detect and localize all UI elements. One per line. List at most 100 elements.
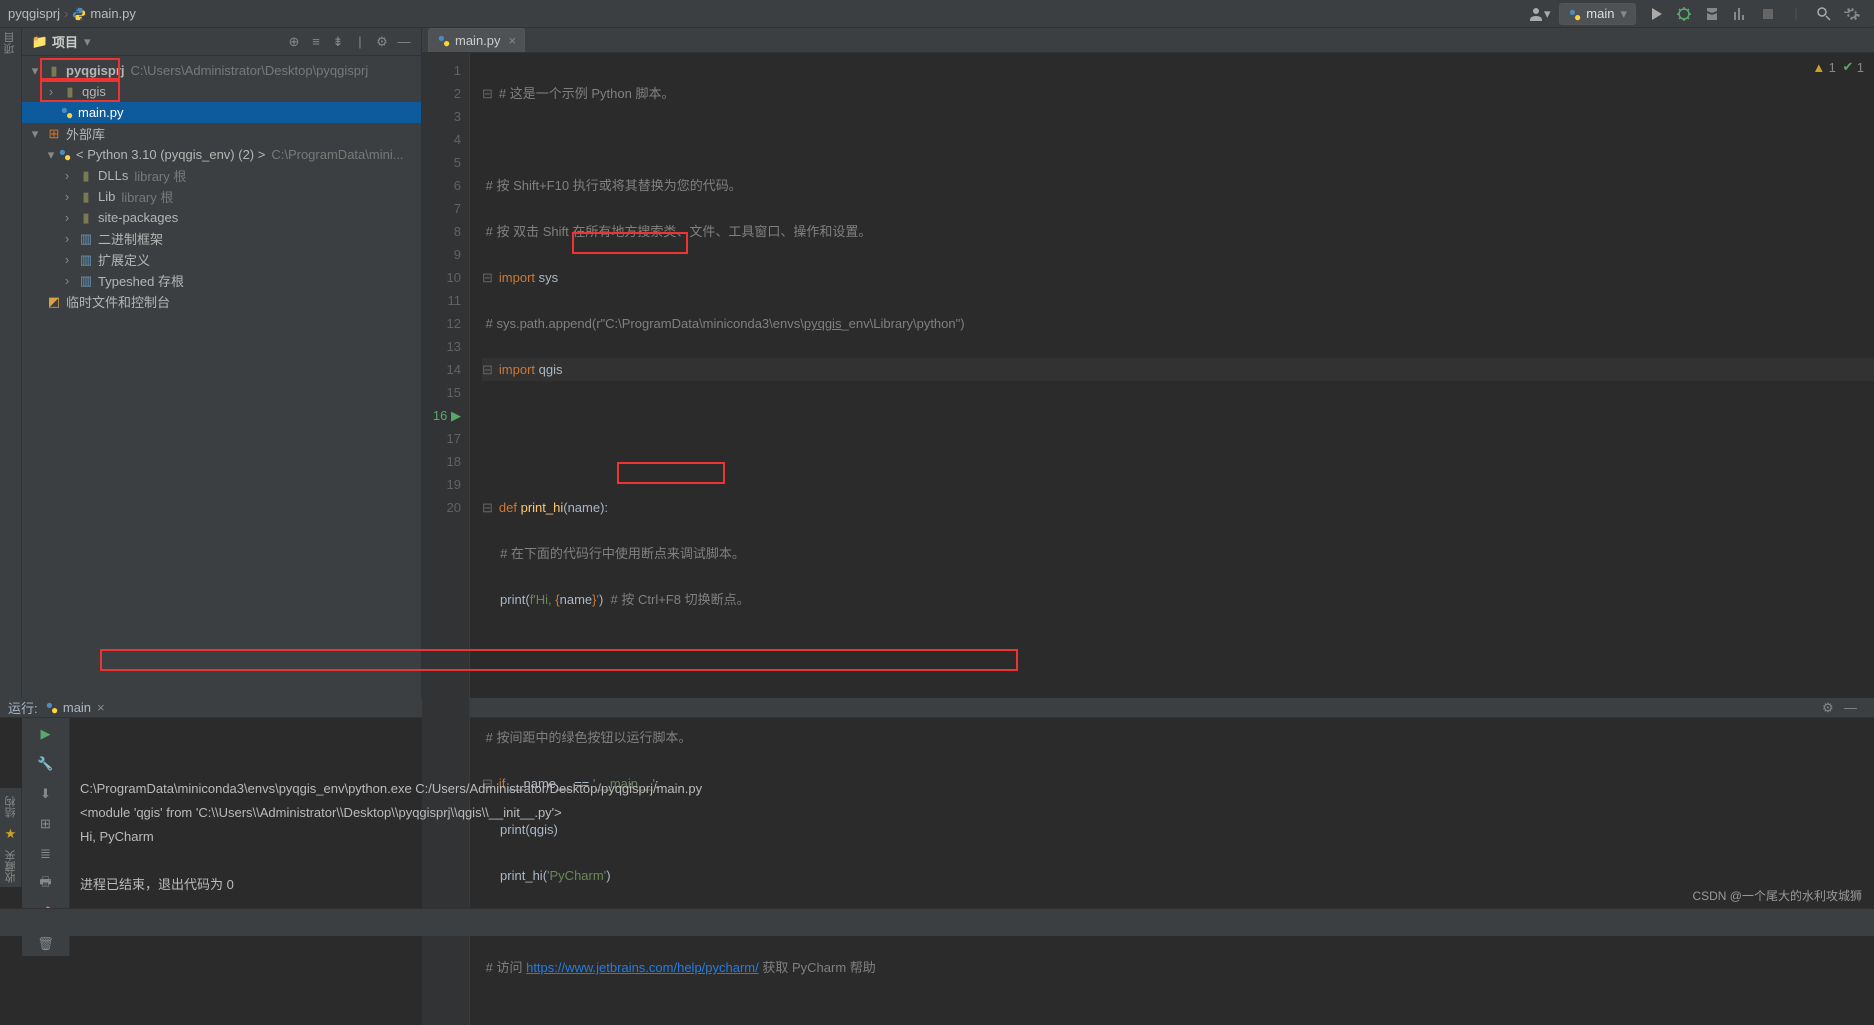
run-config-label: main — [1586, 6, 1614, 21]
separator: | — [1784, 2, 1808, 26]
tree-root-path: C:\Users\Administrator\Desktop\pyqgisprj — [131, 63, 369, 78]
user-icon[interactable]: ▾ — [1527, 2, 1551, 26]
coverage-button[interactable] — [1700, 2, 1724, 26]
tree-folder-qgis[interactable]: ›▮ qgis — [22, 81, 421, 102]
tree-label: main.py — [78, 105, 124, 120]
tree-hint: library 根 — [121, 187, 173, 206]
tool-icon[interactable]: 🔧 — [32, 752, 60, 776]
project-icon: 📁 — [32, 34, 48, 50]
layout-icon[interactable]: ⊞ — [32, 812, 60, 836]
folder-icon: ▮ — [78, 168, 94, 184]
chevron-right-icon: › — [64, 6, 68, 21]
topbar: pyqgisprj › main.py ▾ main ▾ | — [0, 0, 1874, 28]
tree-label: 二进制框架 — [98, 229, 163, 248]
breadcrumb-file[interactable]: main.py — [90, 6, 136, 21]
tree-label: qgis — [82, 84, 106, 99]
tree-root[interactable]: ▾▮ pyqgisprj C:\Users\Administrator\Desk… — [22, 60, 421, 81]
python-icon — [45, 701, 59, 715]
console-line: <module 'qgis' from 'C:\\Users\\Administ… — [80, 805, 562, 820]
tree-ext-def[interactable]: ›▥ 扩展定义 — [22, 249, 421, 270]
expand-all-icon[interactable]: ≡ — [305, 31, 327, 53]
tree-external-libs[interactable]: ▾⊞ 外部库 — [22, 123, 421, 144]
breadcrumb-project[interactable]: pyqgisprj — [8, 6, 60, 21]
folder-icon: ▮ — [78, 210, 94, 226]
project-panel-title: 项目 — [52, 32, 78, 51]
python-icon — [58, 148, 72, 162]
editor: main.py × 12345 678910 1112131415 16 ▶17… — [422, 28, 1874, 698]
down-icon[interactable]: ⬇ — [32, 782, 60, 806]
python-file-icon — [437, 34, 451, 48]
python-file-icon — [72, 7, 86, 21]
ok-icon: ✔ — [1843, 59, 1854, 75]
console-line: C:\ProgramData\miniconda3\envs\pyqgis_en… — [80, 781, 702, 796]
tree-lib[interactable]: ›▮ Lib library 根 — [22, 186, 421, 207]
folder-icon: ▮ — [46, 63, 62, 79]
tree-python-env[interactable]: ▾ < Python 3.10 (pyqgis_env) (2) > C:\Pr… — [22, 144, 421, 165]
close-icon[interactable]: × — [509, 33, 517, 48]
star-icon[interactable]: ★ — [5, 826, 17, 842]
tree-file-main[interactable]: main.py — [22, 102, 421, 123]
console-output[interactable]: C:\ProgramData\miniconda3\envs\pyqgis_en… — [70, 746, 1874, 928]
tree-label: 临时文件和控制台 — [66, 292, 170, 311]
top-toolbar: ▾ main ▾ | — [1525, 2, 1866, 26]
project-tree[interactable]: ▾▮ pyqgisprj C:\Users\Administrator\Desk… — [22, 56, 421, 698]
warning-count: 1 — [1829, 60, 1836, 75]
filter-icon[interactable]: ≣ — [32, 842, 60, 866]
tree-bin-framework[interactable]: ›▥ 二进制框架 — [22, 228, 421, 249]
tree-label: Typeshed 存根 — [98, 271, 184, 290]
editor-tabs: main.py × — [422, 28, 1874, 53]
tree-label: Lib — [98, 189, 115, 204]
run-button[interactable] — [1644, 2, 1668, 26]
tree-scratches[interactable]: ◩ 临时文件和控制台 — [22, 291, 421, 312]
print-icon[interactable]: 🖶 — [32, 872, 60, 896]
code-line: # 按 双击 Shift 在所有地方搜索类、文件、工具窗口、操作和设置。 — [486, 224, 872, 239]
chevron-down-icon: ▾ — [1620, 6, 1627, 22]
tree-label: DLLs — [98, 168, 128, 183]
close-icon[interactable]: × — [97, 700, 105, 715]
run-config-selector[interactable]: main ▾ — [1559, 3, 1636, 25]
tree-hint: library 根 — [134, 166, 186, 185]
console-line: Hi, PyCharm — [80, 829, 154, 844]
tab-label: main.py — [455, 33, 501, 48]
collapse-all-icon[interactable]: ⇟ — [327, 31, 349, 53]
settings-icon[interactable] — [1840, 2, 1864, 26]
bottom-left-rail: 结构 ★ 收藏夹 — [0, 788, 22, 887]
code-line: # 这是一个示例 Python 脚本。 — [499, 86, 675, 101]
code-line: # 按 Shift+F10 执行或将其替换为您的代码。 — [486, 178, 742, 193]
tree-label: < Python 3.10 (pyqgis_env) (2) > — [76, 147, 265, 162]
inspection-indicators[interactable]: ▲ 1 ✔ 1 — [1812, 59, 1864, 75]
run-title: 运行: — [8, 698, 38, 717]
folder-icon: ▮ — [62, 84, 78, 100]
search-icon[interactable] — [1812, 2, 1836, 26]
side-bookmarks-tab[interactable]: 收藏夹 — [1, 846, 21, 887]
gear-icon[interactable]: ⚙ — [371, 31, 393, 53]
chevron-down-icon[interactable]: ▾ — [84, 34, 91, 50]
stop-button[interactable] — [1756, 2, 1780, 26]
ok-count: 1 — [1857, 60, 1864, 75]
editor-tab-main[interactable]: main.py × — [428, 28, 525, 52]
breadcrumb: pyqgisprj › main.py — [8, 6, 136, 21]
tree-typeshed[interactable]: ›▥ Typeshed 存根 — [22, 270, 421, 291]
side-structure-tab[interactable]: 结构 — [1, 792, 21, 822]
tree-label: 扩展定义 — [98, 250, 150, 269]
tree-site-packages[interactable]: ›▮ site-packages — [22, 207, 421, 228]
python-icon — [1568, 7, 1582, 21]
rerun-button[interactable]: ▶ — [32, 722, 60, 746]
project-tool-window: 📁 项目 ▾ ⊕ ≡ ⇟ | ⚙ — ▾▮ pyqgisprj C:\Users… — [22, 28, 422, 698]
separator: | — [349, 31, 371, 53]
left-tool-gutter: 项目 — [0, 28, 22, 698]
tree-label: site-packages — [98, 210, 178, 225]
hide-icon[interactable]: — — [393, 31, 415, 53]
locate-icon[interactable]: ⊕ — [283, 31, 305, 53]
run-config-name: main — [63, 700, 91, 715]
debug-button[interactable] — [1672, 2, 1696, 26]
bars-icon: ▥ — [78, 273, 94, 289]
tree-label: 外部库 — [66, 124, 105, 143]
statusbar — [0, 908, 1874, 936]
python-file-icon — [60, 106, 74, 120]
profile-button[interactable] — [1728, 2, 1752, 26]
side-project-tab[interactable]: 项目 — [0, 28, 20, 58]
tree-dlls[interactable]: ›▮ DLLs library 根 — [22, 165, 421, 186]
warning-icon: ▲ — [1812, 60, 1825, 75]
watermark: CSDN @一个尾大的水利攻城狮 — [1692, 887, 1862, 904]
